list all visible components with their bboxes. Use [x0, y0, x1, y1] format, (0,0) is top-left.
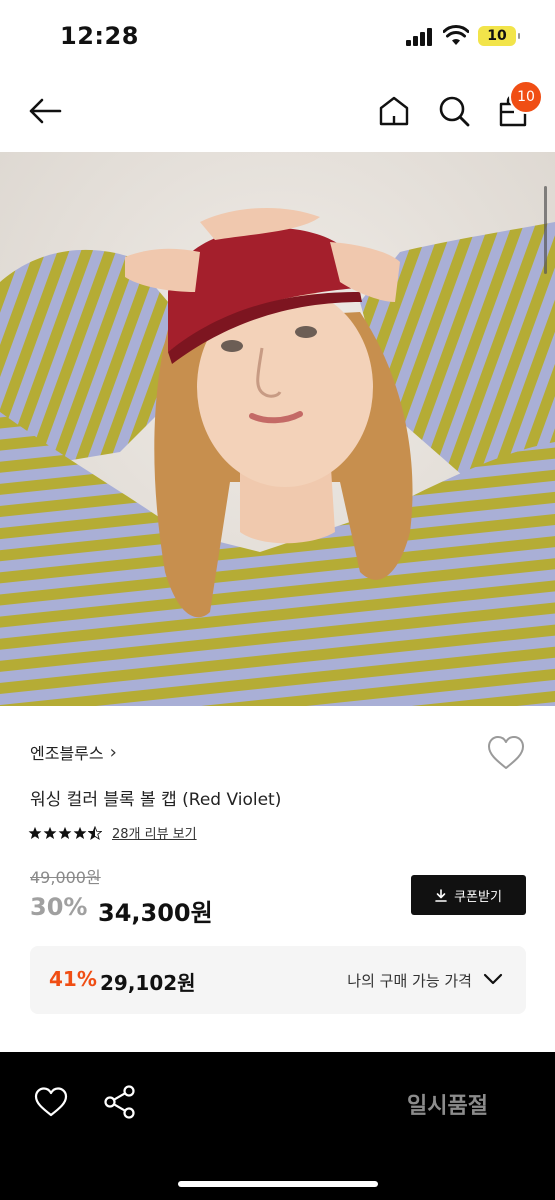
- status-time: 12:28: [60, 22, 139, 50]
- coupon-download-button[interactable]: 쿠폰받기: [411, 875, 526, 915]
- star-icon: [43, 826, 57, 839]
- share-icon[interactable]: [103, 1084, 137, 1120]
- star-rating: [28, 825, 102, 840]
- discount-rate: 30%: [30, 893, 88, 921]
- review-link[interactable]: 28개 리뷰 보기: [112, 823, 197, 842]
- coupon-button-label: 쿠폰받기: [454, 889, 502, 905]
- battery-indicator: 10: [478, 26, 520, 46]
- brand-name: 엔조블루스: [30, 744, 104, 763]
- download-icon: [435, 888, 447, 902]
- wishlist-heart-icon[interactable]: [486, 734, 526, 774]
- top-nav: 10: [0, 70, 555, 152]
- brand-link[interactable]: 엔조블루스 ›: [30, 740, 117, 764]
- my-price-label: 나의 구매 가능 가격: [347, 972, 472, 990]
- signal-icon: [406, 28, 434, 46]
- wifi-icon: [443, 25, 469, 45]
- product-title: 워싱 컬러 블록 볼 캡 (Red Violet): [30, 790, 282, 810]
- star-icon: [58, 826, 72, 839]
- chevron-right-icon: ›: [109, 741, 117, 763]
- sale-price: 34,300원: [98, 899, 213, 927]
- star-icon: [28, 826, 42, 839]
- back-arrow-icon[interactable]: [28, 94, 62, 128]
- my-discount-rate: 41%: [49, 967, 97, 991]
- image-scroll-indicator: [544, 186, 547, 274]
- star-half-icon: [88, 825, 102, 840]
- bottom-action-bar: 일시품절: [0, 1052, 555, 1200]
- search-icon[interactable]: [437, 94, 471, 128]
- product-photo: [0, 152, 555, 706]
- cart-count-badge: 10: [509, 80, 543, 114]
- chevron-down-icon: [483, 973, 503, 985]
- my-price-value: 29,102원: [100, 971, 196, 995]
- home-icon[interactable]: [377, 94, 411, 128]
- soldout-status: 일시품절: [407, 1094, 488, 1119]
- star-icon: [73, 826, 87, 839]
- status-bar: 12:28 10: [0, 0, 555, 70]
- my-price-dropdown[interactable]: 41% 29,102원 나의 구매 가능 가격: [30, 946, 526, 1014]
- heart-outline-icon[interactable]: [34, 1086, 68, 1118]
- product-image[interactable]: [0, 152, 555, 706]
- home-indicator: [178, 1181, 378, 1187]
- original-price: 49,000원: [30, 868, 101, 887]
- rating-row: 28개 리뷰 보기: [28, 823, 197, 842]
